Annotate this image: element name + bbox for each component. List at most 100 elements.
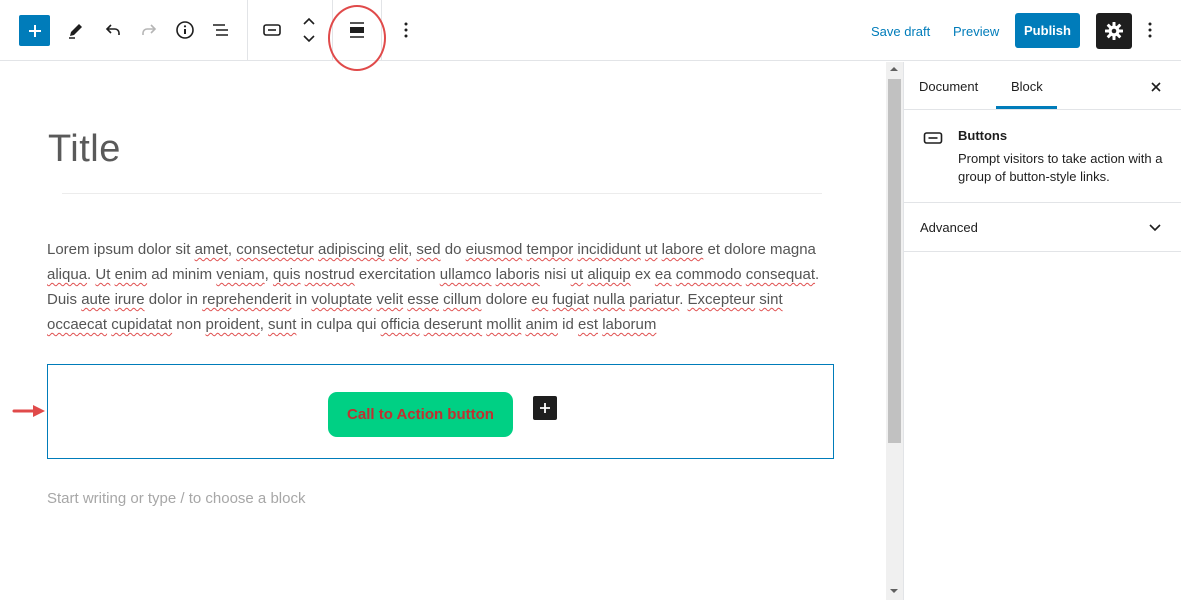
- paragraph-text: Duis: [47, 291, 82, 308]
- buttons-block-icon: [923, 132, 943, 144]
- misspelled-word: enim: [114, 266, 148, 283]
- tab-block[interactable]: Block: [1011, 79, 1043, 94]
- misspelled-word: laborum: [602, 316, 657, 333]
- gear-icon: [1105, 22, 1123, 40]
- misspelled-word: irure: [114, 291, 145, 308]
- toolbar-divider: [247, 0, 248, 61]
- misspelled-word: quis: [272, 266, 301, 283]
- block-card-description: Prompt visitors to take action with a gr…: [958, 151, 1163, 184]
- paragraph-block[interactable]: Lorem ipsum dolor sit amet, consectetur …: [47, 237, 837, 337]
- block-card-title: Buttons: [958, 128, 1008, 143]
- misspelled-word: tempor: [526, 241, 574, 258]
- scrollbar-thumb[interactable]: [888, 79, 901, 443]
- misspelled-word: ut: [570, 266, 584, 283]
- paragraph-text: .: [815, 266, 820, 283]
- paragraph-text: ad minim: [147, 266, 217, 283]
- add-button-appender[interactable]: [533, 396, 557, 420]
- align-wide-icon: [350, 22, 364, 38]
- advanced-panel-toggle[interactable]: Advanced: [920, 220, 978, 235]
- misspelled-word: adipiscing: [317, 241, 385, 258]
- sidebar-divider: [904, 251, 1181, 252]
- title-divider: [62, 193, 822, 194]
- post-title[interactable]: Title: [48, 128, 121, 171]
- misspelled-word: aute: [81, 291, 111, 308]
- list-view-icon: [213, 24, 228, 36]
- chevron-down-icon[interactable]: [302, 34, 316, 44]
- preview-button[interactable]: Preview: [953, 24, 999, 39]
- block-mover[interactable]: [293, 13, 325, 47]
- plus-icon: [28, 24, 41, 37]
- info-button[interactable]: [169, 14, 201, 46]
- paragraph-text: non: [172, 316, 206, 333]
- block-type-button[interactable]: [256, 14, 288, 46]
- align-button[interactable]: [341, 14, 373, 46]
- misspelled-word: elit: [388, 241, 409, 258]
- more-vertical-icon: [404, 22, 408, 38]
- misspelled-word: cillum: [443, 291, 482, 308]
- paragraph-text: id: [557, 316, 578, 333]
- scroll-up-icon[interactable]: [889, 64, 899, 74]
- chevron-up-icon[interactable]: [302, 16, 316, 26]
- options-button[interactable]: [1134, 14, 1166, 46]
- misspelled-word: reprehenderit: [202, 291, 292, 308]
- paragraph-text: exercitation: [354, 266, 440, 283]
- default-block-appender[interactable]: Start writing or type / to choose a bloc…: [47, 490, 305, 507]
- misspelled-word: fugiat: [552, 291, 590, 308]
- annotation-arrow-icon: [12, 405, 45, 417]
- scroll-down-icon[interactable]: [889, 586, 899, 596]
- misspelled-word: Ut: [95, 266, 111, 283]
- settings-button[interactable]: [1096, 13, 1132, 49]
- misspelled-word: incididunt: [577, 241, 641, 258]
- misspelled-word: ut: [644, 241, 658, 258]
- misspelled-word: commodo: [675, 266, 742, 283]
- more-options-button[interactable]: [390, 14, 422, 46]
- misspelled-word: amet: [194, 241, 228, 258]
- misspelled-word: consequat: [745, 266, 816, 283]
- misspelled-word: labore: [661, 241, 704, 258]
- add-block-button[interactable]: [19, 15, 50, 46]
- misspelled-word: laboris: [495, 266, 540, 283]
- misspelled-word: anim: [525, 316, 558, 333]
- more-vertical-icon: [1148, 22, 1152, 38]
- close-icon[interactable]: [1147, 78, 1165, 96]
- misspelled-word: nostrud: [304, 266, 355, 283]
- misspelled-word: sed: [416, 241, 441, 258]
- paragraph-text: .: [679, 291, 688, 308]
- chevron-down-icon[interactable]: [1148, 221, 1162, 233]
- paragraph-text: ,: [264, 266, 273, 283]
- misspelled-word: sunt: [268, 316, 297, 333]
- misspelled-word: deserunt: [423, 316, 483, 333]
- undo-icon: [105, 24, 120, 35]
- paragraph-text: dolor in: [144, 291, 203, 308]
- paragraph-text: Lorem ipsum dolor sit: [47, 241, 195, 258]
- misspelled-word: ea: [654, 266, 672, 283]
- misspelled-word: eiusmod: [465, 241, 523, 258]
- sidebar-divider: [904, 109, 1181, 110]
- sidebar-divider: [904, 202, 1181, 203]
- save-draft-button[interactable]: Save draft: [871, 24, 930, 39]
- plus-icon: [540, 403, 550, 413]
- misspelled-word: ullamco: [439, 266, 492, 283]
- misspelled-word: occaecat: [47, 316, 108, 333]
- misspelled-word: consectetur: [236, 241, 314, 258]
- misspelled-word: cupidatat: [111, 316, 173, 333]
- misspelled-word: pariatur: [629, 291, 680, 308]
- settings-sidebar: [903, 62, 1181, 600]
- paragraph-text: et dolore magna: [703, 241, 816, 258]
- paragraph-text: in culpa qui: [296, 316, 381, 333]
- call-to-action-button[interactable]: Call to Action button: [328, 392, 513, 437]
- redo-button[interactable]: [133, 14, 165, 46]
- tab-document[interactable]: Document: [919, 79, 978, 94]
- misspelled-word: veniam: [216, 266, 265, 283]
- publish-button[interactable]: Publish: [1015, 13, 1080, 48]
- misspelled-word: officia: [380, 316, 420, 333]
- misspelled-word: voluptate: [311, 291, 373, 308]
- misspelled-word: esse: [407, 291, 439, 308]
- list-view-button[interactable]: [205, 14, 237, 46]
- misspelled-word: aliquip: [587, 266, 631, 283]
- info-icon: [176, 21, 194, 39]
- paragraph-text: nisi: [539, 266, 571, 283]
- undo-button[interactable]: [97, 14, 129, 46]
- paragraph-text: dolore: [481, 291, 532, 308]
- tools-button[interactable]: [60, 14, 92, 46]
